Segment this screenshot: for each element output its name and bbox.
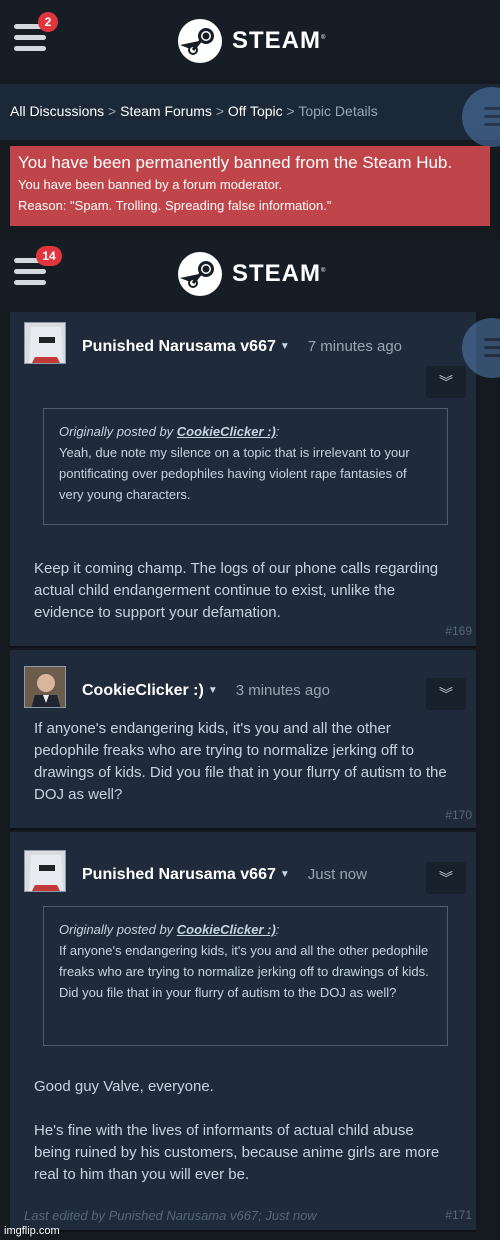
steam-header-2: 14 STEAM®	[0, 240, 500, 312]
ban-line-1: You have been banned by a forum moderato…	[18, 177, 283, 192]
quote-header: Originally posted by CookieClicker :):	[59, 922, 280, 937]
breadcrumb-all-discussions[interactable]: All Discussions	[10, 103, 104, 119]
notification-badge: 14	[36, 246, 62, 266]
steam-header: 2 STEAM®	[0, 0, 500, 80]
breadcrumb: All Discussions > Steam Forums > Off Top…	[0, 84, 500, 140]
quote-author-link[interactable]: CookieClicker :)	[177, 424, 276, 439]
author-menu-icon[interactable]: ▼	[280, 869, 290, 880]
menu-icon[interactable]: 2	[14, 12, 58, 52]
breadcrumb-steam-forums[interactable]: Steam Forums	[120, 103, 212, 119]
post-text: Good guy Valve, everyone.	[34, 1078, 214, 1095]
avatar[interactable]	[24, 666, 66, 708]
steam-logo-icon	[178, 252, 222, 296]
forum-post: Punished Narusama v667 ▼ 7 minutes ago ︾ O…	[10, 312, 476, 648]
post-text: If anyone's endangering kids, it's you a…	[34, 720, 447, 803]
post-author[interactable]: CookieClicker :) ▼ 3 minutes ago	[82, 682, 330, 700]
steam-logo-text: STEAM®	[232, 27, 327, 54]
ban-notice: You have been permanently banned from th…	[10, 146, 490, 226]
imgflip-watermark: imgflip.com	[4, 1225, 60, 1237]
author-menu-icon[interactable]: ▼	[208, 685, 218, 696]
quote-block: Originally posted by CookieClicker :): Y…	[43, 408, 448, 525]
expand-chevron-icon[interactable]: ︾	[426, 678, 466, 710]
author-menu-icon[interactable]: ▼	[280, 341, 290, 352]
expand-chevron-icon[interactable]: ︾	[426, 366, 466, 398]
steam-logo-icon	[178, 19, 222, 63]
forum-post: Punished Narusama v667 ▼ Just now ︾ Origin…	[10, 832, 476, 1232]
breadcrumb-current: Topic Details	[298, 103, 378, 119]
post-text: Keep it coming champ. The logs of our ph…	[34, 560, 439, 621]
edited-note: Last edited by Punished Narusama v667; J…	[24, 1208, 317, 1223]
post-number[interactable]: #169	[445, 624, 472, 638]
avatar[interactable]	[24, 850, 66, 892]
breadcrumb-separator: >	[286, 103, 295, 119]
post-text: He's fine with the lives of informants o…	[34, 1122, 440, 1183]
quote-block: Originally posted by CookieClicker :): I…	[43, 906, 448, 1046]
steam-logo[interactable]: STEAM®	[178, 252, 326, 296]
ban-reason: Reason: "Spam. Trolling. Spreading false…	[18, 198, 332, 213]
forum-post: CookieClicker :) ▼ 3 minutes ago ︾ If anyo…	[10, 650, 476, 830]
steam-logo-text: STEAM®	[232, 260, 327, 287]
post-author[interactable]: Punished Narusama v667 ▼ 7 minutes ago	[82, 338, 402, 356]
avatar[interactable]	[24, 322, 66, 364]
quote-text: Yeah, due note my silence on a topic tha…	[59, 445, 410, 502]
edited-author[interactable]: Punished Narusama v667	[109, 1208, 259, 1223]
post-number[interactable]: #170	[445, 808, 472, 822]
quote-text: If anyone's endangering kids, it's you a…	[59, 943, 429, 1000]
quote-header: Originally posted by CookieClicker :):	[59, 424, 280, 439]
ban-title: You have been permanently banned from th…	[18, 153, 453, 172]
breadcrumb-off-topic[interactable]: Off Topic	[228, 103, 283, 119]
breadcrumb-separator: >	[108, 103, 117, 119]
menu-icon[interactable]: 14	[14, 246, 62, 286]
post-time: 3 minutes ago	[235, 682, 330, 699]
quote-author-link[interactable]: CookieClicker :)	[177, 922, 276, 937]
steam-logo[interactable]: STEAM®	[178, 19, 326, 63]
post-time: Just now	[307, 866, 367, 883]
post-author[interactable]: Punished Narusama v667 ▼ Just now	[82, 866, 367, 884]
notification-badge: 2	[38, 12, 58, 32]
expand-chevron-icon[interactable]: ︾	[426, 862, 466, 894]
post-time: 7 minutes ago	[307, 338, 403, 355]
post-number[interactable]: #171	[445, 1208, 472, 1222]
breadcrumb-separator: >	[215, 103, 224, 119]
